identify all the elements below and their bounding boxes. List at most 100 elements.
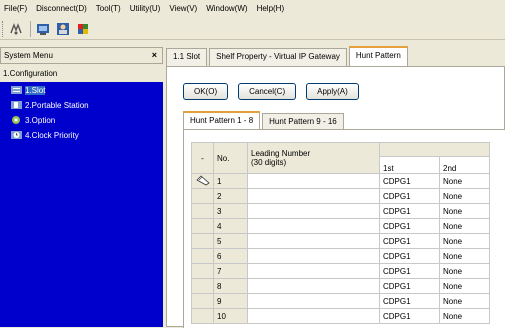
hunt-pattern-table: - No. Leading Number (30 digits) 1st 2nd… — [191, 142, 490, 324]
row-number: 7 — [213, 263, 248, 279]
row-number: 1 — [213, 173, 248, 189]
tree-item-portable-station[interactable]: 2.Portable Station — [0, 98, 163, 112]
hunt-1st-cell[interactable]: CDPG1 — [379, 218, 440, 234]
menu-file[interactable]: File(F) — [4, 4, 27, 13]
table-row[interactable]: 5 CDPG1 None — [191, 233, 490, 249]
tab-shelf-property[interactable]: Shelf Property - Virtual IP Gateway — [209, 48, 347, 66]
hunt-2nd-cell[interactable]: None — [439, 278, 490, 294]
row-selector[interactable] — [191, 263, 214, 279]
system-menu-tree: 1.Slot 2.Portable Station 3.Option 4.Clo… — [0, 82, 163, 327]
leading-number-cell[interactable] — [247, 188, 380, 204]
row-number: 5 — [213, 233, 248, 249]
menu-view[interactable]: View(V) — [169, 4, 197, 13]
row-selector[interactable] — [191, 203, 214, 219]
hunt-2nd-cell[interactable]: None — [439, 308, 490, 324]
hunt-1st-cell[interactable]: CDPG1 — [379, 278, 440, 294]
tree-item-label: 3.Option — [25, 115, 56, 125]
row-selector[interactable] — [191, 173, 214, 189]
cancel-button[interactable]: Cancel(C) — [238, 83, 297, 100]
hunt-1st-cell[interactable]: CDPG1 — [379, 203, 440, 219]
option-icon — [11, 115, 22, 125]
key-icon[interactable] — [74, 20, 92, 38]
row-selector[interactable] — [191, 293, 214, 309]
ok-button[interactable]: OK(O) — [183, 83, 229, 100]
table-row[interactable]: 9 CDPG1 None — [191, 293, 490, 309]
subtab-hunt-pattern-1-8[interactable]: Hunt Pattern 1 - 8 — [183, 111, 261, 129]
table-row[interactable]: 4 CDPG1 None — [191, 218, 490, 234]
hunt-2nd-cell[interactable]: None — [439, 263, 490, 279]
row-number: 6 — [213, 248, 248, 264]
hunt-2nd-cell[interactable]: None — [439, 203, 490, 219]
close-icon[interactable]: × — [152, 50, 157, 60]
tree-item-slot[interactable]: 1.Slot — [0, 83, 163, 97]
leading-number-cell[interactable] — [247, 218, 380, 234]
menu-utility[interactable]: Utility(U) — [130, 4, 161, 13]
tree-root-configuration[interactable]: 1.Configuration — [0, 66, 163, 81]
no-header: No. — [213, 142, 248, 174]
apply-button[interactable]: Apply(A) — [306, 83, 359, 100]
leading-number-cell[interactable] — [247, 233, 380, 249]
leading-number-cell[interactable] — [247, 173, 380, 189]
row-number: 10 — [213, 308, 248, 324]
row-selector[interactable] — [191, 218, 214, 234]
menu-help[interactable]: Help(H) — [257, 4, 285, 13]
hunt-2nd-cell[interactable]: None — [439, 173, 490, 189]
row-selector[interactable] — [191, 278, 214, 294]
toolbar — [0, 18, 505, 40]
table-row[interactable]: 1 CDPG1 None — [191, 173, 490, 189]
select-all-header[interactable]: - — [191, 142, 214, 174]
tree-item-clock-priority[interactable]: 4.Clock Priority — [0, 128, 163, 142]
hunt-1st-cell[interactable]: CDPG1 — [379, 293, 440, 309]
hunt-1st-cell[interactable]: CDPG1 — [379, 248, 440, 264]
hunt-order-group-header — [379, 142, 490, 157]
tree-item-option[interactable]: 3.Option — [0, 113, 163, 127]
user-icon[interactable] — [54, 20, 72, 38]
menu-window[interactable]: Window(W) — [206, 4, 247, 13]
hunt-1st-cell[interactable]: CDPG1 — [379, 173, 440, 189]
table-row[interactable]: 6 CDPG1 None — [191, 248, 490, 264]
row-number: 2 — [213, 188, 248, 204]
leading-number-cell[interactable] — [247, 293, 380, 309]
leading-number-cell[interactable] — [247, 248, 380, 264]
hunt-1st-cell[interactable]: CDPG1 — [379, 308, 440, 324]
menu-tool[interactable]: Tool(T) — [96, 4, 121, 13]
table-row[interactable]: 7 CDPG1 None — [191, 263, 490, 279]
connect-icon[interactable] — [7, 20, 25, 38]
row-selector[interactable] — [191, 188, 214, 204]
leading-number-cell[interactable] — [247, 203, 380, 219]
row-number: 3 — [213, 203, 248, 219]
table-row[interactable]: 2 CDPG1 None — [191, 188, 490, 204]
subtab-hunt-pattern-9-16[interactable]: Hunt Pattern 9 - 16 — [262, 113, 344, 129]
hunt-2nd-cell[interactable]: None — [439, 188, 490, 204]
hunt-1st-cell[interactable]: CDPG1 — [379, 233, 440, 249]
hunt-2nd-cell[interactable]: None — [439, 293, 490, 309]
toolbar-grip[interactable] — [2, 20, 5, 37]
leading-number-cell[interactable] — [247, 278, 380, 294]
hunt-1st-cell[interactable]: CDPG1 — [379, 263, 440, 279]
leading-number-digits: (30 digits) — [251, 158, 287, 167]
menu-bar: File(F) Disconnect(D) Tool(T) Utility(U)… — [0, 0, 505, 17]
leading-number-header: Leading Number (30 digits) — [247, 142, 380, 174]
document-tabs: 1.1 Slot Shelf Property - Virtual IP Gat… — [166, 46, 410, 66]
hunt-2nd-cell[interactable]: None — [439, 248, 490, 264]
hunt-1st-cell[interactable]: CDPG1 — [379, 188, 440, 204]
hunt-2nd-cell[interactable]: None — [439, 218, 490, 234]
row-selector[interactable] — [191, 308, 214, 324]
tab-slot[interactable]: 1.1 Slot — [166, 48, 208, 66]
hunt-pattern-grid-panel: - No. Leading Number (30 digits) 1st 2nd… — [183, 129, 505, 328]
portable-station-icon — [11, 100, 22, 110]
row-selector[interactable] — [191, 233, 214, 249]
leading-number-label: Leading Number — [251, 149, 311, 158]
system-icon[interactable] — [34, 20, 52, 38]
leading-number-cell[interactable] — [247, 308, 380, 324]
leading-number-cell[interactable] — [247, 263, 380, 279]
table-row[interactable]: 3 CDPG1 None — [191, 203, 490, 219]
menu-disconnect[interactable]: Disconnect(D) — [36, 4, 87, 13]
row-number: 8 — [213, 278, 248, 294]
col-2nd-header: 2nd — [439, 156, 490, 174]
tab-hunt-pattern[interactable]: Hunt Pattern — [348, 46, 408, 66]
table-row[interactable]: 8 CDPG1 None — [191, 278, 490, 294]
table-row[interactable]: 10 CDPG1 None — [191, 308, 490, 324]
hunt-2nd-cell[interactable]: None — [439, 233, 490, 249]
row-selector[interactable] — [191, 248, 214, 264]
